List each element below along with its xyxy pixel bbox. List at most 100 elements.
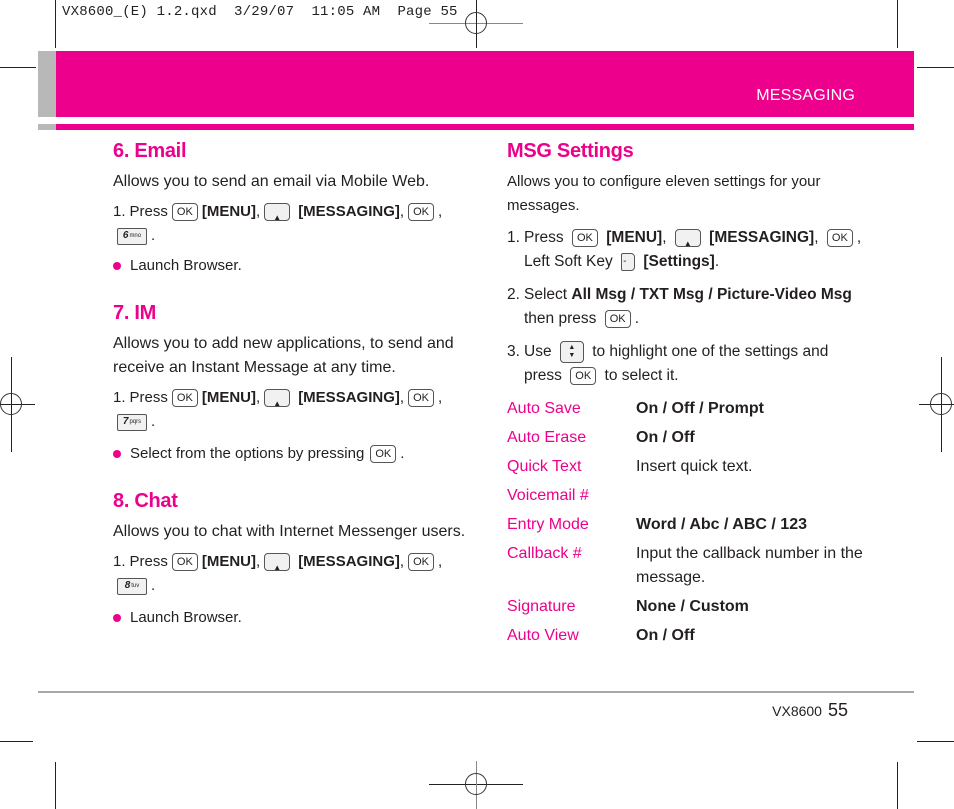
step-then-press: then press xyxy=(524,310,597,327)
bullet-text: Launch Browser. xyxy=(130,257,242,274)
ok-key-icon: OK xyxy=(370,445,397,463)
messaging-label: [MESSAGING] xyxy=(298,553,400,570)
section-title: MESSAGING xyxy=(756,87,855,104)
im-heading: 7. IM xyxy=(113,302,156,324)
settings-row: Voicemail # xyxy=(507,484,866,513)
im-bullet: Select from the options by pressing OK. xyxy=(113,442,473,466)
setting-value: Insert quick text. xyxy=(636,458,753,475)
msg-step-1: 1. Press OK [MENU], ▲ [MESSAGING], OK, L… xyxy=(507,226,867,274)
settings-row: Signature None / Custom xyxy=(507,595,866,624)
messaging-label: [MESSAGING] xyxy=(709,229,815,246)
step-highlight-text: to highlight one of the settings and xyxy=(592,343,829,360)
step-select-it: to select it. xyxy=(604,367,679,384)
registration-mark xyxy=(465,12,487,34)
settings-row: Callback # Input the callback number in t… xyxy=(507,542,866,595)
ok-key-icon: OK xyxy=(570,366,597,385)
chat-step-1: 1. Press OK [MENU], ▲ [MESSAGING], OK, 8… xyxy=(113,550,473,598)
menu-label: [MENU] xyxy=(606,229,663,246)
up-down-nav-key-icon: ▲ ▼ xyxy=(559,340,584,363)
setting-value: None / Custom xyxy=(636,598,749,615)
registration-mark xyxy=(930,393,952,415)
print-slug: VX8600_(E) 1.2.qxd 3/29/07 11:05 AM Page… xyxy=(62,4,458,20)
messaging-label: [MESSAGING] xyxy=(298,203,400,220)
ok-key-icon: OK xyxy=(408,389,435,407)
ok-key-icon: OK xyxy=(171,553,198,571)
footer-rule xyxy=(38,691,914,693)
setting-name: Callback # xyxy=(507,545,582,562)
bullet-text: Launch Browser. xyxy=(130,609,242,626)
chat-section: 8. Chat Allows you to chat with Internet… xyxy=(113,488,473,630)
chat-description: Allows you to chat with Internet Messeng… xyxy=(113,523,466,540)
im-section: 7. IM Allows you to add new applications… xyxy=(113,300,473,466)
setting-name: Voicemail # xyxy=(507,487,589,504)
chat-bullet: Launch Browser. xyxy=(113,606,473,630)
msg-settings-heading: MSG Settings xyxy=(507,140,634,162)
left-soft-key-label: Left Soft Key xyxy=(524,253,613,270)
header-banner xyxy=(56,51,914,117)
page-footer: VX8600 55 xyxy=(772,700,848,721)
setting-name: Auto View xyxy=(507,627,579,644)
email-description: Allows you to send an email via Mobile W… xyxy=(113,173,430,190)
menu-label: [MENU] xyxy=(201,389,257,406)
step-number: 1. xyxy=(113,389,126,406)
bullet-icon xyxy=(113,262,121,270)
crop-mark xyxy=(0,741,33,742)
number-8-key-icon: 8 tuv xyxy=(117,577,147,595)
up-nav-key-icon: ▲ xyxy=(264,553,291,572)
ok-key-icon: OK xyxy=(826,228,853,247)
registration-mark xyxy=(0,393,22,415)
bullet-icon xyxy=(113,614,121,622)
step-press: Press xyxy=(129,553,168,570)
setting-value xyxy=(636,484,866,513)
step-number: 1. xyxy=(113,203,126,220)
left-column: 6. Email Allows you to send an email via… xyxy=(113,138,473,650)
ok-key-icon: OK xyxy=(604,309,631,328)
message-type-options: All Msg / TXT Msg / Picture-Video Msg xyxy=(571,286,852,303)
setting-name: Signature xyxy=(507,598,576,615)
setting-name: Quick Text xyxy=(507,458,582,475)
registration-mark xyxy=(465,773,487,795)
setting-value: Input the callback number in the message… xyxy=(636,545,863,586)
header-stripe xyxy=(56,124,914,130)
setting-value: On / Off xyxy=(636,627,695,644)
setting-value: On / Off / Prompt xyxy=(636,400,764,417)
chat-heading: 8. Chat xyxy=(113,490,178,512)
up-nav-key-icon: ▲ xyxy=(674,228,701,248)
left-soft-key-icon: - xyxy=(621,252,636,271)
ok-key-icon: OK xyxy=(408,203,435,221)
setting-name: Auto Erase xyxy=(507,429,587,446)
email-heading: 6. Email xyxy=(113,140,187,162)
im-step-1: 1. Press OK [MENU], ▲ [MESSAGING], OK, 7… xyxy=(113,386,473,434)
msg-step-3: 3. Use ▲ ▼ to highlight one of the settin… xyxy=(507,340,867,388)
step-number: 1. xyxy=(113,553,126,570)
crop-mark xyxy=(917,67,954,68)
msg-settings-steps: 1. Press OK [MENU], ▲ [MESSAGING], OK, L… xyxy=(507,226,867,388)
up-nav-key-icon: ▲ xyxy=(264,389,291,408)
setting-value: Word / Abc / ABC / 123 xyxy=(636,516,807,533)
step-press: press xyxy=(524,367,562,384)
ok-key-icon: OK xyxy=(171,203,198,221)
menu-label: [MENU] xyxy=(201,203,257,220)
email-step-1: 1. Press OK [MENU], ▲ [MESSAGING], OK, 6… xyxy=(113,200,473,248)
menu-label: [MENU] xyxy=(201,553,257,570)
settings-table: Auto Save On / Off / Prompt Auto Erase On /… xyxy=(507,397,866,653)
bullet-icon xyxy=(113,450,121,458)
number-6-key-icon: 6 mno xyxy=(117,227,147,245)
setting-name: Entry Mode xyxy=(507,516,589,533)
setting-value: On / Off xyxy=(636,429,695,446)
step-press: Press xyxy=(524,229,564,246)
setting-name: Auto Save xyxy=(507,400,581,417)
up-nav-key-icon: ▲ xyxy=(264,203,291,222)
msg-settings-description: Allows you to configure eleven settings … xyxy=(507,173,821,214)
messaging-label: [MESSAGING] xyxy=(298,389,400,406)
crop-mark xyxy=(55,762,56,809)
step-press: Press xyxy=(129,389,168,406)
ok-key-icon: OK xyxy=(571,228,598,247)
number-7-key-icon: 7 pqrs xyxy=(117,413,147,431)
crop-mark xyxy=(897,0,898,48)
page-number: 55 xyxy=(827,700,848,720)
im-description: Allows you to add new applications, to s… xyxy=(113,335,454,376)
right-column: MSG Settings Allows you to configure ele… xyxy=(507,138,867,653)
step-number: 1. xyxy=(507,229,520,246)
header-tab-grey xyxy=(38,51,56,117)
